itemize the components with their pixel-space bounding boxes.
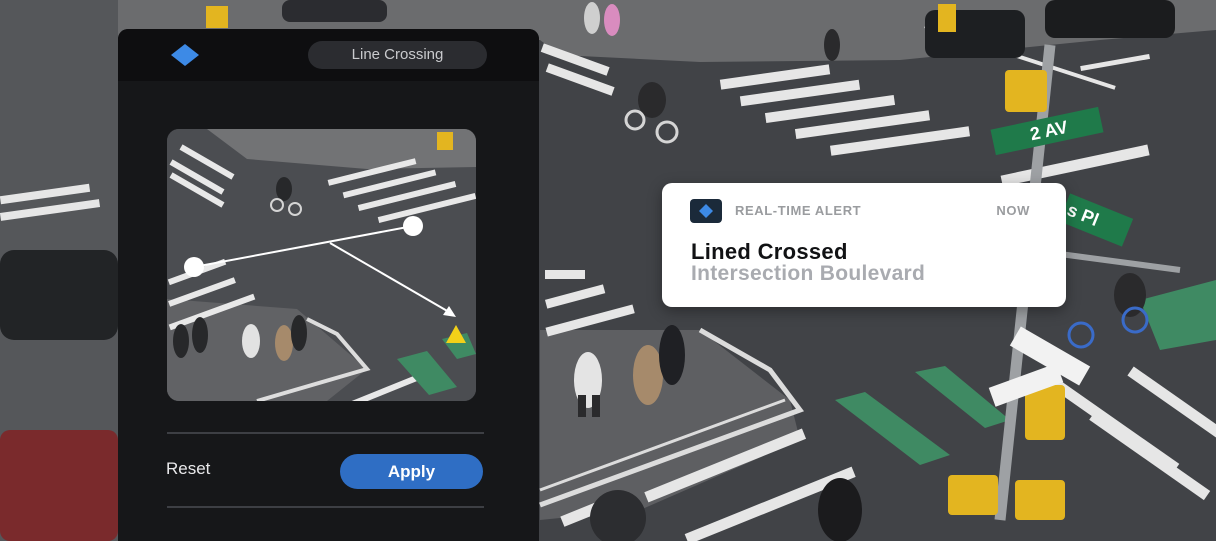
alert-type-label: REAL-TIME ALERT <box>735 203 862 218</box>
alert-logo-icon <box>690 199 722 223</box>
real-time-alert-card[interactable]: REAL-TIME ALERT NOW Lined Crossed Inters… <box>662 183 1066 307</box>
divider-bottom <box>167 506 484 508</box>
divider-top <box>167 432 484 434</box>
camera-preview-image <box>167 129 476 401</box>
alert-timestamp: NOW <box>996 203 1030 218</box>
alert-location: Intersection Boulevard <box>691 262 926 285</box>
diamond-logo-icon <box>171 44 199 66</box>
line-crossing-panel: Line Crossing Reset Apply <box>118 29 539 541</box>
line-end-handle[interactable] <box>403 216 423 236</box>
mode-selector[interactable]: Line Crossing <box>308 41 487 69</box>
reset-button[interactable]: Reset <box>166 459 210 479</box>
line-start-handle[interactable] <box>184 257 204 277</box>
preview-traffic-light <box>437 132 453 150</box>
panel-header: Line Crossing <box>118 29 539 81</box>
camera-preview[interactable] <box>167 129 476 401</box>
diamond-logo-icon <box>699 204 713 218</box>
apply-button[interactable]: Apply <box>340 454 483 489</box>
